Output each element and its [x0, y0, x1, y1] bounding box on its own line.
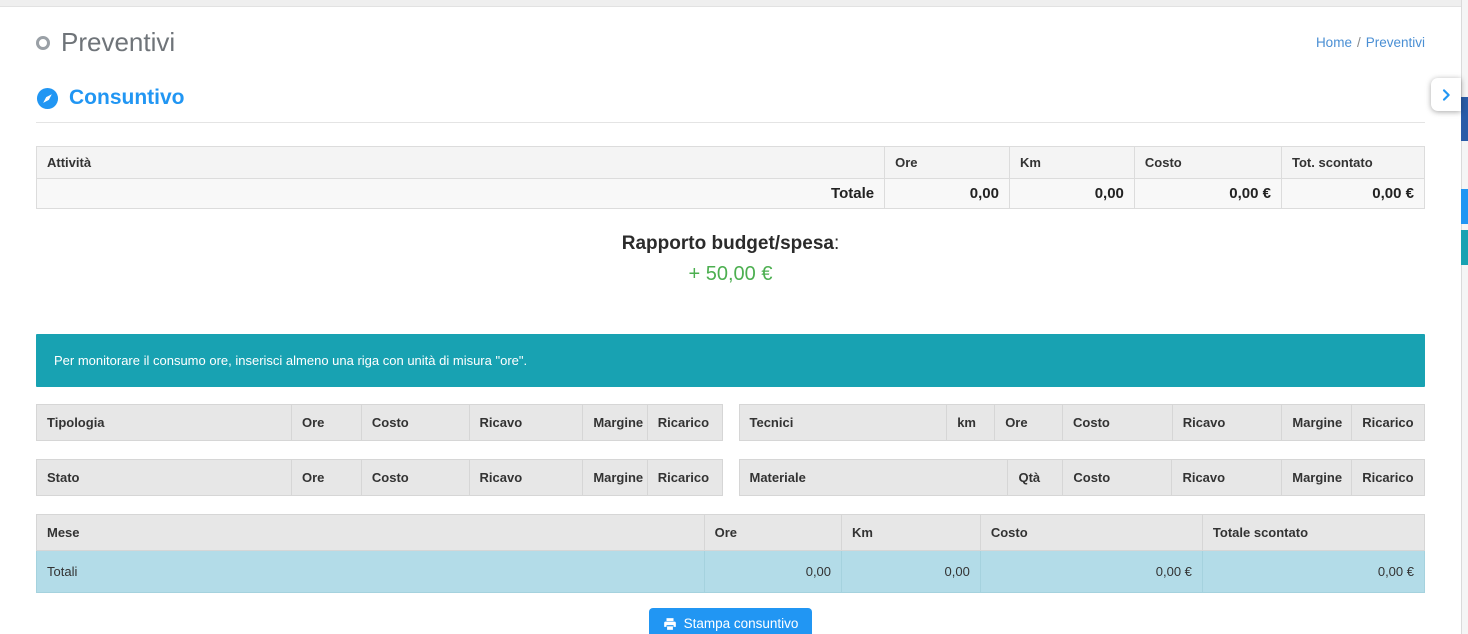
side-panel-tab-navy[interactable] — [1461, 97, 1468, 141]
tecnici-col-4: Ricavo — [1172, 405, 1282, 441]
materiale-col-1: Qtà — [1008, 460, 1063, 496]
section-head: Consuntivo — [36, 86, 1425, 123]
stato-header-row: Stato Ore Costo Ricavo Margine Ricarico — [37, 460, 723, 496]
budget-label: Rapporto budget/spesa — [622, 233, 834, 254]
mese-col-totale-scontato: Totale scontato — [1202, 515, 1424, 551]
breadcrumb-current-link[interactable]: Preventivi — [1366, 35, 1425, 50]
budget-summary: Rapporto budget/spesa: + 50,00 € — [36, 233, 1425, 286]
total-tot-scontato: 0,00 € — [1282, 179, 1425, 209]
side-panel-tab-blue[interactable] — [1461, 189, 1468, 224]
col-header-attivita: Attività — [37, 147, 885, 179]
budget-value: + 50,00 € — [36, 263, 1425, 286]
breadcrumb-home-link[interactable]: Home — [1316, 35, 1352, 50]
page-title: Preventivi — [36, 27, 175, 58]
stato-col-0: Stato — [37, 460, 292, 496]
tipologia-col-0: Tipologia — [37, 405, 292, 441]
col-header-costo: Costo — [1134, 147, 1281, 179]
tipologia-header-row: Tipologia Ore Costo Ricavo Margine Ricar… — [37, 405, 723, 441]
stato-col-2: Costo — [361, 460, 469, 496]
consuntivo-total-row: Totale 0,00 0,00 0,00 € 0,00 € — [37, 179, 1425, 209]
total-costo: 0,00 € — [1134, 179, 1281, 209]
tipologia-col-1: Ore — [292, 405, 362, 441]
stato-col-3: Ricavo — [469, 460, 583, 496]
tipologia-col-5: Ricarico — [647, 405, 722, 441]
materiale-col-2: Costo — [1063, 460, 1172, 496]
tipologia-col-2: Costo — [361, 405, 469, 441]
tecnici-header-row: Tecnici km Ore Costo Ricavo Margine Rica… — [739, 405, 1425, 441]
side-panel-tab-teal[interactable] — [1461, 230, 1468, 265]
tecnici-table: Tecnici km Ore Costo Ricavo Margine Rica… — [739, 404, 1426, 441]
stato-col-1: Ore — [292, 460, 362, 496]
stato-col-4: Margine — [583, 460, 647, 496]
tecnici-col-1: km — [947, 405, 995, 441]
tipologia-table: Tipologia Ore Costo Ricavo Margine Ricar… — [36, 404, 723, 441]
mese-col-costo: Costo — [980, 515, 1202, 551]
tecnici-col-5: Margine — [1282, 405, 1352, 441]
mese-col-km: Km — [842, 515, 981, 551]
col-header-km: Km — [1009, 147, 1134, 179]
section-title: Consuntivo — [69, 86, 185, 110]
print-button-label: Stampa consuntivo — [684, 616, 799, 631]
col-header-tot-scontato: Tot. scontato — [1282, 147, 1425, 179]
mese-totals-km: 0,00 — [842, 551, 981, 593]
actions-bar: Stampa consuntivo — [36, 608, 1425, 634]
tipologia-col-3: Ricavo — [469, 405, 583, 441]
mese-totals-label: Totali — [37, 551, 705, 593]
page: Preventivi Home / Preventivi Consuntivo At… — [0, 7, 1468, 634]
mese-totals-costo: 0,00 € — [980, 551, 1202, 593]
chevron-right-icon — [1438, 87, 1454, 103]
mese-totals-row: Totali 0,00 0,00 0,00 € 0,00 € — [37, 551, 1425, 593]
total-km: 0,00 — [1009, 179, 1134, 209]
tecnici-col-3: Costo — [1063, 405, 1173, 441]
consuntivo-table: Attività Ore Km Costo Tot. scontato Tota… — [36, 146, 1425, 209]
mese-col-mese: Mese — [37, 515, 705, 551]
stato-col-5: Ricarico — [647, 460, 722, 496]
total-label: Totale — [37, 179, 885, 209]
mese-col-ore: Ore — [704, 515, 841, 551]
materiale-col-0: Materiale — [739, 460, 1008, 496]
materiale-table: Materiale Qtà Costo Ricavo Margine Ricar… — [739, 459, 1426, 496]
budget-colon: : — [834, 233, 839, 254]
col-header-ore: Ore — [885, 147, 1010, 179]
stato-table: Stato Ore Costo Ricavo Margine Ricarico — [36, 459, 723, 496]
collapsed-side-rail — [1461, 0, 1468, 634]
tecnici-col-6: Ricarico — [1352, 405, 1425, 441]
mese-header-row: Mese Ore Km Costo Totale scontato — [37, 515, 1425, 551]
expand-panel-button[interactable] — [1431, 78, 1461, 111]
materiale-col-5: Ricarico — [1352, 460, 1425, 496]
materiale-col-3: Ricavo — [1172, 460, 1282, 496]
info-alert-text: Per monitorare il consumo ore, inserisci… — [54, 353, 527, 368]
mese-totals-ore: 0,00 — [704, 551, 841, 593]
summary-tables: Tipologia Ore Costo Ricavo Margine Ricar… — [36, 404, 1425, 496]
mese-table: Mese Ore Km Costo Totale scontato Totali… — [36, 514, 1425, 593]
mese-totals-totale-scontato: 0,00 € — [1202, 551, 1424, 593]
tecnici-col-0: Tecnici — [739, 405, 947, 441]
materiale-col-4: Margine — [1282, 460, 1352, 496]
breadcrumb-separator: / — [1357, 35, 1361, 50]
print-consuntivo-button[interactable]: Stampa consuntivo — [649, 608, 813, 634]
tecnici-col-2: Ore — [995, 405, 1063, 441]
info-alert: Per monitorare il consumo ore, inserisci… — [36, 334, 1425, 387]
consuntivo-header-row: Attività Ore Km Costo Tot. scontato — [37, 147, 1425, 179]
tipologia-col-4: Margine — [583, 405, 647, 441]
compass-icon — [36, 87, 59, 110]
page-header: Preventivi Home / Preventivi — [36, 21, 1425, 58]
total-ore: 0,00 — [885, 179, 1010, 209]
record-circle-icon — [36, 36, 50, 50]
top-window-edge — [0, 0, 1468, 7]
printer-icon — [663, 617, 677, 631]
breadcrumb: Home / Preventivi — [1316, 35, 1425, 50]
page-title-text: Preventivi — [61, 27, 175, 58]
materiale-header-row: Materiale Qtà Costo Ricavo Margine Ricar… — [739, 460, 1425, 496]
